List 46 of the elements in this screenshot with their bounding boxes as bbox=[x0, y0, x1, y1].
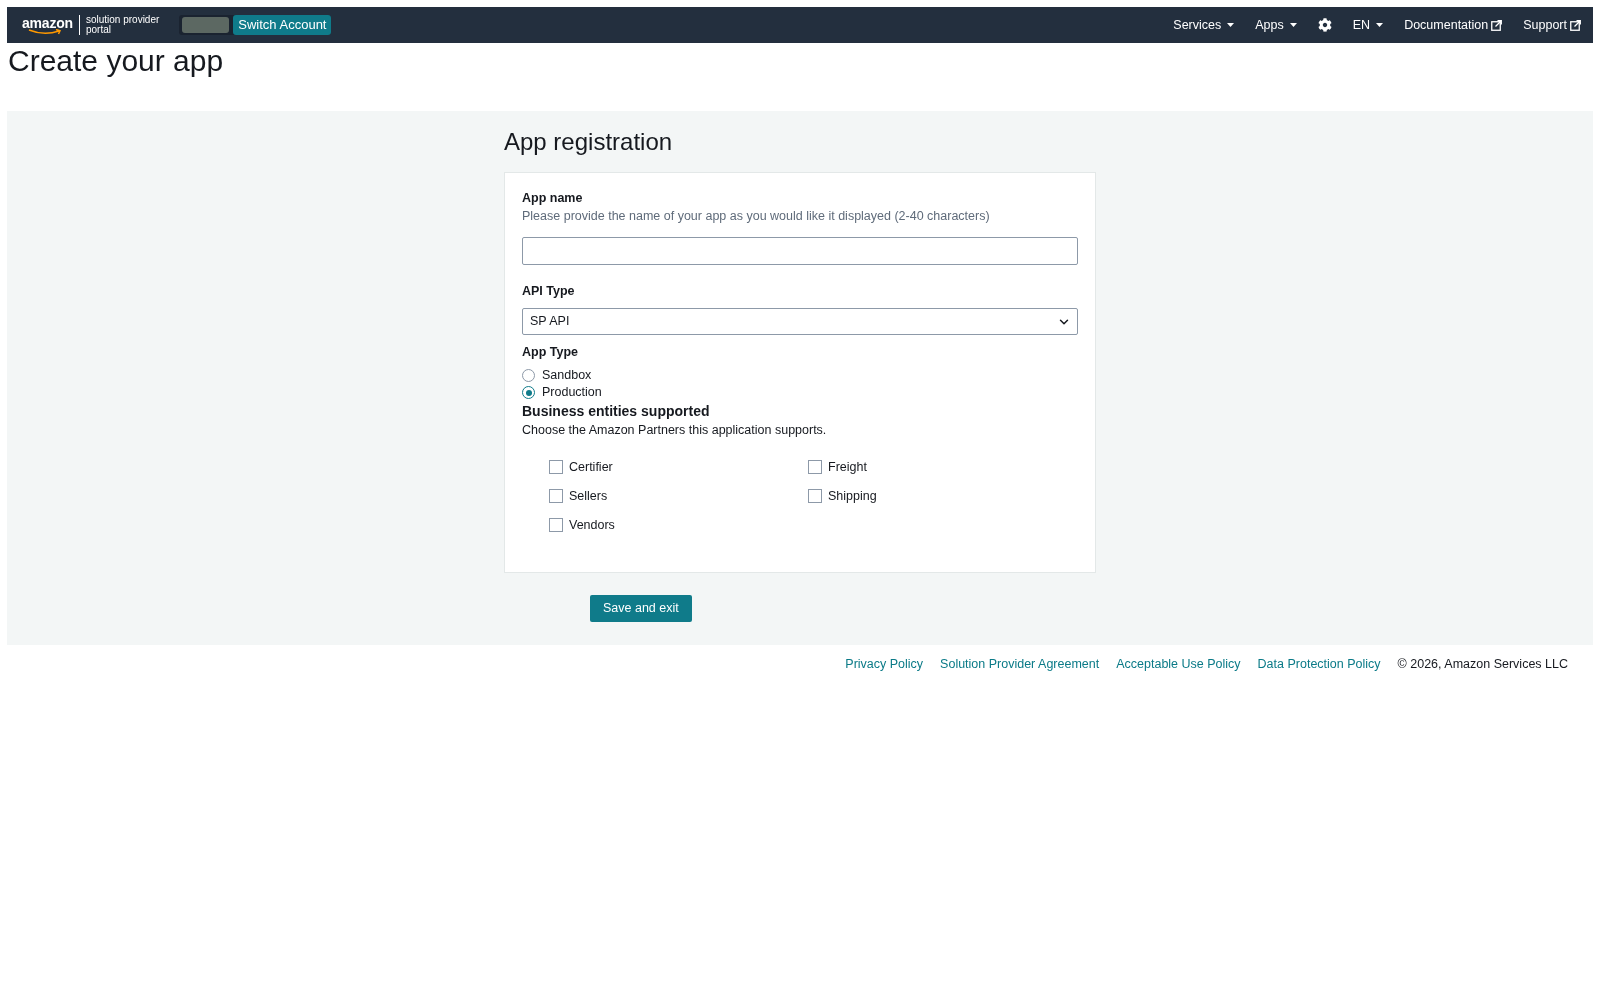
api-type-select[interactable]: SP API bbox=[522, 308, 1078, 335]
footer-link[interactable]: Privacy Policy bbox=[845, 655, 924, 673]
external-link-icon bbox=[1491, 19, 1503, 31]
checkbox-label: Sellers bbox=[569, 487, 608, 505]
caret-down-icon bbox=[1376, 23, 1384, 27]
caret-down-icon bbox=[1289, 23, 1297, 27]
external-nav-link[interactable]: Support bbox=[1523, 15, 1581, 35]
radio-button[interactable] bbox=[522, 369, 535, 382]
app-name-input[interactable] bbox=[522, 237, 1078, 265]
footer-link[interactable]: Data Protection Policy bbox=[1257, 655, 1381, 673]
field-description: Please provide the name of your app as you would like it displayed (2-40 characters) bbox=[522, 208, 991, 225]
footer-link[interactable]: Acceptable Use Policy bbox=[1116, 655, 1241, 673]
smile-arrow-icon bbox=[28, 28, 62, 35]
field-label: API Type bbox=[522, 283, 576, 300]
page-title: Create your app bbox=[8, 43, 225, 79]
checkbox-label: Certifier bbox=[569, 458, 613, 476]
radio-label: Production bbox=[542, 384, 602, 402]
checkbox[interactable] bbox=[549, 518, 563, 532]
settings-icon[interactable] bbox=[1317, 18, 1332, 32]
section-description: Choose the Amazon Partners this application supports. bbox=[522, 422, 828, 439]
checkbox[interactable] bbox=[808, 489, 822, 503]
checkbox-label: Freight bbox=[828, 458, 867, 476]
external-link-icon bbox=[1570, 19, 1581, 31]
caret-down-icon bbox=[1227, 23, 1235, 27]
copyright-text: © 2026, Amazon Services LLC bbox=[1397, 656, 1568, 673]
checkbox[interactable] bbox=[549, 460, 563, 474]
checkbox[interactable] bbox=[549, 489, 563, 503]
radio-label: Sandbox bbox=[542, 367, 592, 385]
logo-subtitle: solution provider bbox=[85, 15, 160, 25]
field-label: App name bbox=[522, 190, 584, 207]
section-title: Business entities supported bbox=[522, 402, 711, 421]
nav-menu-button[interactable]: Apps bbox=[1255, 15, 1297, 35]
save-button[interactable]: Save and exit bbox=[590, 595, 692, 622]
footer-link[interactable]: Solution Provider Agreement bbox=[940, 655, 1100, 673]
logo-wordmark: amazon bbox=[22, 15, 73, 30]
nav-menu-button[interactable]: Services bbox=[1173, 15, 1235, 35]
section-heading: App registration bbox=[504, 127, 674, 157]
checkbox-label: Shipping bbox=[828, 487, 877, 505]
switch-account-button[interactable]: Switch Account bbox=[233, 15, 332, 35]
blurred-block bbox=[182, 17, 230, 33]
nav-menu-button[interactable]: EN bbox=[1352, 15, 1384, 35]
checkbox-label: Vendors bbox=[569, 516, 615, 534]
external-nav-link[interactable]: Documentation bbox=[1404, 15, 1503, 35]
logo-subtitle: portal bbox=[85, 25, 112, 35]
checkbox[interactable] bbox=[808, 460, 822, 474]
field-label: App Type bbox=[522, 344, 580, 361]
